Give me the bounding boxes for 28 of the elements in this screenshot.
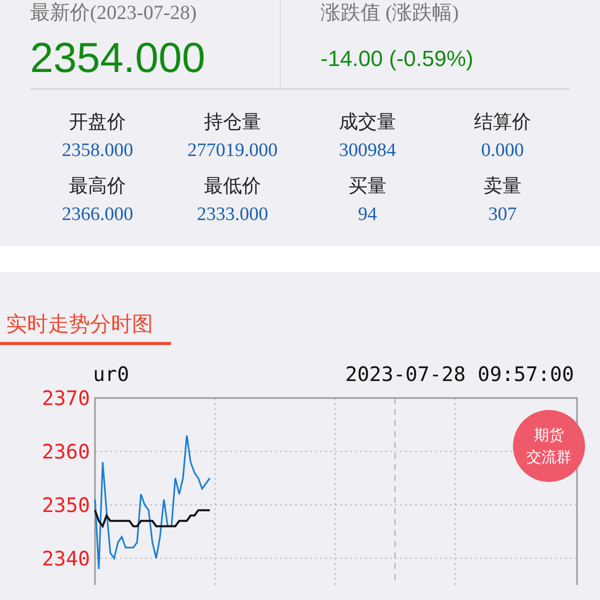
stat-value: 2333.000: [196, 203, 268, 227]
stat-label: 最低价: [204, 174, 261, 199]
y-axis-label: 2350: [42, 492, 90, 517]
stat-value: 307: [488, 203, 517, 227]
stat-value: 94: [358, 203, 377, 227]
y-axis-label: 2370: [42, 386, 90, 410]
stat-label: 持仓量: [204, 110, 261, 135]
y-axis-label: 2360: [42, 439, 90, 464]
change-label: 涨跌值 (涨跌幅): [320, 1, 460, 26]
stat-value: 277019.000: [187, 139, 278, 163]
stat-label: 成交量: [339, 110, 396, 135]
latest-price-label: 最新价(2023-07-28): [30, 1, 198, 26]
timestamp-label: 2023-07-28 09:57:00: [345, 362, 574, 386]
stat-value: 300984: [339, 139, 396, 163]
stat-label: 卖量: [484, 174, 522, 199]
stat-label: 开盘价: [69, 110, 126, 135]
change-value: -14.00 (-0.59%): [320, 46, 474, 72]
stat-label: 结算价: [474, 110, 531, 135]
stat-value: 2366.000: [62, 203, 134, 227]
latest-price: 2354.000: [30, 36, 206, 80]
stat-value: 0.000: [481, 139, 524, 163]
stat-label: 最高价: [69, 174, 126, 199]
section-title: 实时走势分时图: [0, 306, 171, 345]
stat-value: 2358.000: [62, 139, 134, 163]
group-chat-button[interactable]: 期货 交流群: [513, 410, 585, 482]
y-axis-label: 2340: [42, 546, 90, 570]
symbol-label: ur0: [93, 362, 130, 386]
stat-label: 买量: [348, 174, 386, 199]
